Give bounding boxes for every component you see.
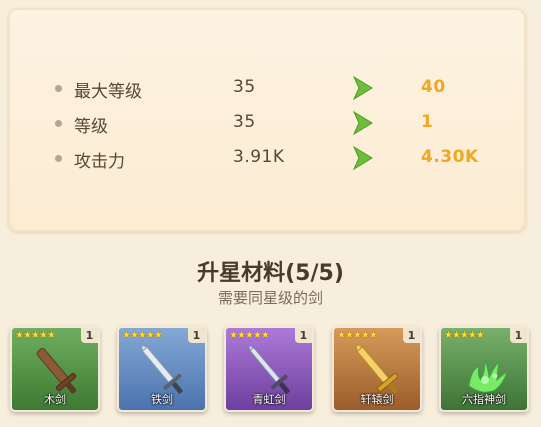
star-rating-icon: ★★★★★ [229, 330, 270, 341]
material-name: 铁剑 [151, 393, 173, 406]
material-name: 轩辕剑 [360, 393, 394, 406]
material-card-iron-sword[interactable]: ★★★★★ 1 铁剑 [117, 326, 207, 412]
material-card-six-finger-sword[interactable]: ★★★★★ 1 六指神剑 [439, 326, 529, 412]
material-card-xuanyuan-sword[interactable]: ★★★★★ 1 轩辕剑 [332, 326, 422, 412]
material-card-qinghong-sword[interactable]: ★★★★★ 1 青虹剑 [224, 326, 314, 412]
stat-label: 等级 [74, 117, 108, 137]
material-name: 六指神剑 [462, 393, 506, 406]
material-count-badge: 1 [188, 328, 205, 343]
material-name: 青虹剑 [252, 393, 286, 406]
stat-label: 最大等级 [74, 82, 142, 102]
stat-next-value: 4.30K [421, 147, 479, 167]
star-rating-icon: ★★★★★ [444, 330, 485, 341]
bullet-icon [55, 85, 62, 92]
stat-row-max-level: 最大等级 35 40 [8, 75, 526, 103]
stat-current-value: 35 [233, 77, 256, 97]
bullet-icon [55, 155, 62, 162]
stat-next-value: 1 [421, 112, 434, 132]
material-count-badge: 1 [81, 328, 98, 343]
star-rating-icon: ★★★★★ [122, 330, 163, 341]
materials-subtitle: 需要同星级的剑 [217, 289, 323, 307]
upgrade-stats-panel: 最大等级 35 40 等级 35 1 攻击力 3.91K 4.30K [8, 8, 526, 232]
material-name: 木剑 [44, 393, 66, 406]
stat-row-attack: 攻击力 3.91K 4.30K [8, 145, 526, 173]
star-rating-icon: ★★★★★ [15, 330, 56, 341]
stat-next-value: 40 [421, 77, 446, 97]
star-rating-icon: ★★★★★ [337, 330, 378, 341]
materials-title: 升星材料(5/5) [197, 261, 344, 286]
material-count-badge: 1 [510, 328, 527, 343]
stat-current-value: 3.91K [233, 147, 285, 167]
material-count-badge: 1 [295, 328, 312, 343]
green-arrow-icon [352, 145, 373, 171]
stat-current-value: 35 [233, 112, 256, 132]
material-count-badge: 1 [403, 328, 420, 343]
green-arrow-icon [352, 110, 373, 136]
bullet-icon [55, 120, 62, 127]
stat-row-level: 等级 35 1 [8, 110, 526, 138]
material-card-wooden-sword[interactable]: ★★★★★ 1 木剑 [10, 326, 100, 412]
stat-label: 攻击力 [74, 152, 125, 172]
green-arrow-icon [352, 75, 373, 101]
